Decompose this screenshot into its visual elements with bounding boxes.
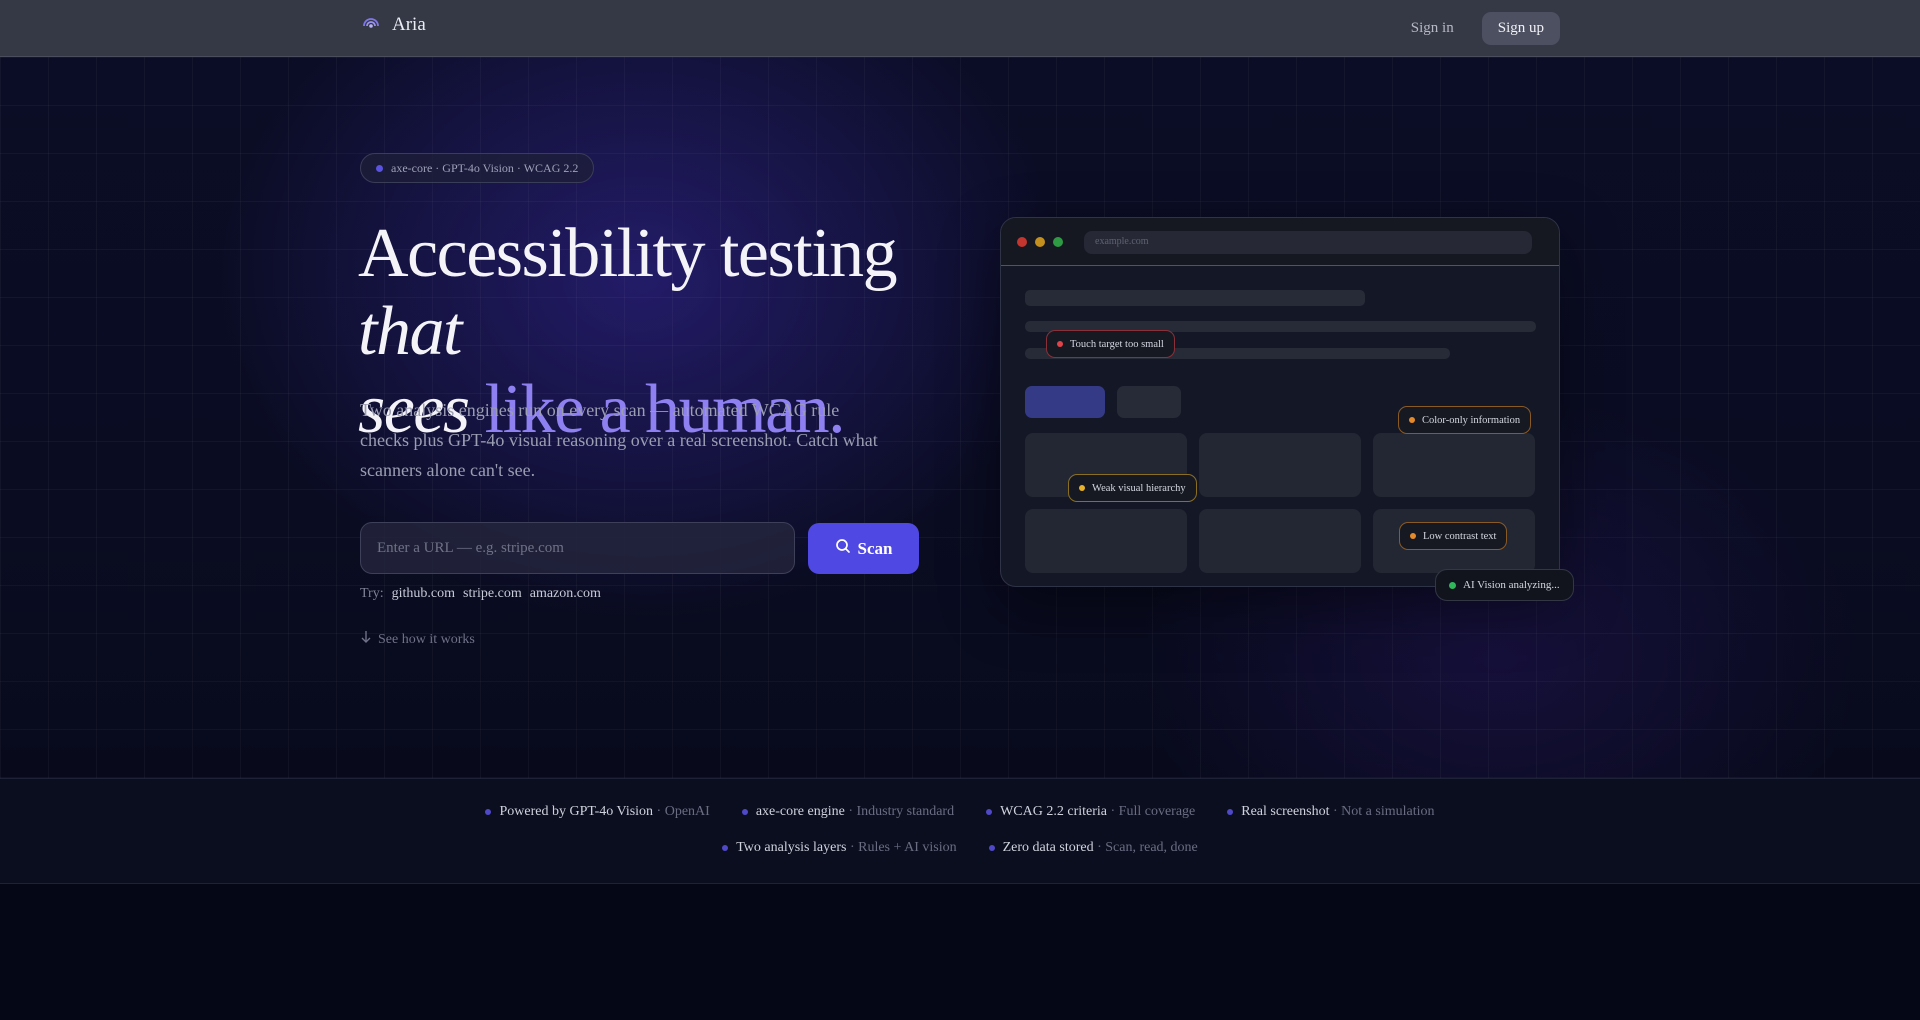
bullet-icon (988, 845, 995, 851)
feature-text: Real screenshot · Not a simulation (1241, 804, 1435, 819)
skeleton-secondary-button (1117, 386, 1181, 418)
feature-item: Powered by GPT-4o Vision · OpenAI (481, 804, 713, 820)
sign-in-link[interactable]: Sign in (1411, 20, 1454, 37)
brand[interactable]: Aria (360, 14, 426, 36)
scan-label: Scan (857, 538, 893, 558)
features-band: Powered by GPT-4o Vision · OpenAI axe-co… (0, 778, 1920, 884)
skeleton-card (1199, 509, 1361, 573)
scan-button[interactable]: Scan (808, 523, 919, 574)
pill-dot-icon (376, 164, 383, 172)
features-row-2: Two analysis layers · Rules + AI vision … (0, 840, 1920, 856)
try-link-stripe[interactable]: stripe.com (463, 586, 522, 602)
skeleton-primary-button (1025, 386, 1105, 418)
how-it-works-label: See how it works (378, 631, 475, 647)
issue-label: Color-only information (1422, 414, 1521, 426)
brand-name: Aria (392, 14, 426, 35)
hero-section: axe-core · GPT-4o Vision · WCAG 2.2 Acce… (0, 57, 1920, 778)
try-examples: Try: github.com stripe.com amazon.com (360, 586, 601, 602)
issue-dot-icon (1057, 341, 1063, 347)
feature-item: WCAG 2.2 criteria · Full coverage (982, 804, 1199, 820)
minimize-dot-icon (1035, 237, 1045, 247)
url-input[interactable] (360, 522, 795, 574)
bullet-icon (986, 809, 993, 815)
nav-actions: Sign in Sign up (1411, 12, 1560, 45)
maximize-dot-icon (1053, 237, 1063, 247)
tech-pill: axe-core · GPT-4o Vision · WCAG 2.2 (360, 153, 595, 183)
broadcast-icon (360, 14, 382, 36)
issue-label: Low contrast text (1423, 530, 1497, 542)
bullet-icon (1227, 809, 1234, 815)
headline-italic-1: that (358, 293, 462, 370)
close-dot-icon (1017, 237, 1027, 247)
feature-item: axe-core engine · Industry standard (738, 804, 958, 820)
browser-toolbar: example.com (1001, 218, 1559, 266)
ai-status-label: AI Vision analyzing... (1463, 579, 1560, 591)
status-dot-icon (1449, 581, 1456, 589)
feature-text: Two analysis layers · Rules + AI vision (736, 840, 957, 855)
feature-text: Powered by GPT-4o Vision · OpenAI (499, 804, 710, 819)
browser-preview: example.com Touch target too small Color… (1000, 217, 1560, 587)
page-footer-area (0, 884, 1920, 1020)
feature-text: axe-core engine · Industry standard (755, 804, 955, 819)
skeleton-card (1373, 433, 1535, 497)
ai-status-badge: AI Vision analyzing... (1435, 569, 1574, 601)
issue-dot-icon (1410, 533, 1416, 539)
grid-background (0, 57, 1920, 778)
try-label: Try: (360, 586, 384, 601)
headline-part-1: Accessibility testing (358, 215, 898, 292)
search-icon (835, 538, 851, 559)
bullet-icon (741, 809, 748, 815)
pill-label: axe-core · GPT-4o Vision · WCAG 2.2 (391, 160, 579, 175)
issue-label: Weak visual hierarchy (1092, 482, 1186, 494)
skeleton-card (1025, 509, 1187, 573)
bullet-icon (485, 809, 492, 815)
how-it-works-link[interactable]: See how it works (360, 630, 475, 649)
sign-up-button[interactable]: Sign up (1481, 12, 1560, 45)
issue-dot-icon (1079, 485, 1085, 491)
arrow-down-icon (360, 630, 372, 649)
skeleton-title (1025, 290, 1365, 306)
feature-item: Zero data stored · Scan, read, done (985, 840, 1202, 856)
feature-text: WCAG 2.2 criteria · Full coverage (1000, 804, 1196, 819)
issue-tag-low-contrast: Low contrast text (1399, 522, 1508, 550)
bullet-icon (722, 845, 729, 851)
try-link-amazon[interactable]: amazon.com (530, 586, 601, 602)
try-link-github[interactable]: github.com (392, 586, 455, 602)
issue-tag-visual-hierarchy: Weak visual hierarchy (1068, 474, 1197, 502)
issue-label: Touch target too small (1070, 338, 1164, 350)
feature-text: Zero data stored · Scan, read, done (1002, 840, 1198, 855)
issue-tag-color-only: Color-only information (1398, 406, 1532, 434)
hero-subtitle: Two analysis engines run on every scan —… (360, 400, 878, 480)
feature-item: Real screenshot · Not a simulation (1223, 804, 1438, 820)
top-nav: Aria Sign in Sign up (0, 0, 1920, 57)
browser-url-bar: example.com (1084, 231, 1532, 254)
features-row-1: Powered by GPT-4o Vision · OpenAI axe-co… (0, 804, 1920, 820)
issue-tag-touch-target: Touch target too small (1046, 330, 1175, 358)
skeleton-card (1199, 433, 1361, 497)
feature-item: Two analysis layers · Rules + AI vision (718, 840, 960, 856)
issue-dot-icon (1409, 417, 1415, 423)
